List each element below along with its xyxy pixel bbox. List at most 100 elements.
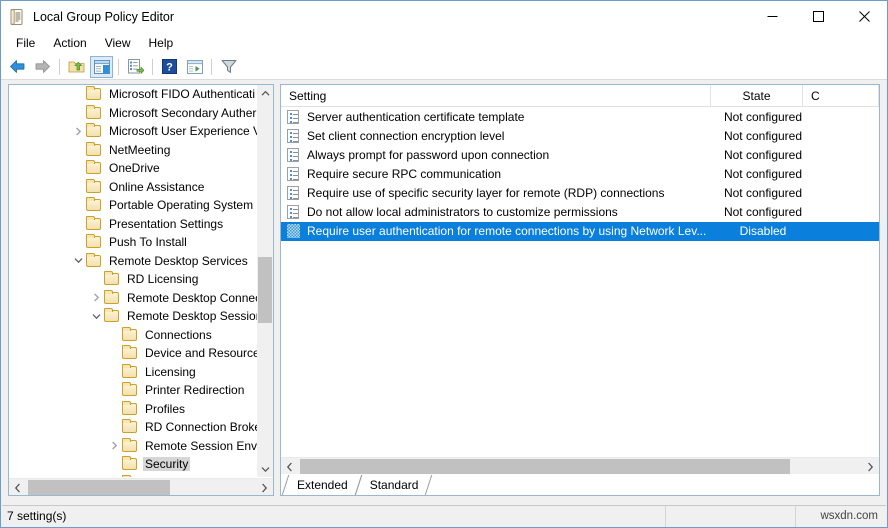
column-header-setting[interactable]: Setting bbox=[281, 85, 711, 107]
tab-extended[interactable]: Extended bbox=[285, 475, 358, 495]
tree-node[interactable]: Portable Operating System bbox=[9, 196, 258, 215]
tree-node[interactable]: Online Assistance bbox=[9, 178, 258, 197]
setting-state: Not configured bbox=[723, 166, 803, 181]
chevron-down-icon[interactable] bbox=[89, 307, 104, 325]
policy-setting-icon bbox=[287, 185, 301, 200]
tree-node-spacer bbox=[107, 400, 122, 418]
up-one-level-button[interactable] bbox=[65, 56, 88, 78]
list-scroll-left-button[interactable] bbox=[281, 458, 298, 475]
menu-file[interactable]: File bbox=[7, 34, 44, 52]
tree-node-spacer bbox=[71, 104, 86, 122]
maximize-button[interactable] bbox=[795, 1, 841, 32]
folder-icon bbox=[104, 271, 121, 286]
title-bar: Local Group Policy Editor bbox=[1, 1, 887, 32]
tree-node-label: RD Connection Broke bbox=[145, 420, 258, 435]
properties-button[interactable] bbox=[183, 56, 206, 78]
chevron-down-icon[interactable] bbox=[71, 252, 86, 270]
policy-document-icon bbox=[8, 8, 26, 26]
menu-view[interactable]: View bbox=[96, 34, 140, 52]
local-group-policy-editor-window: Local Group Policy Editor File Action Vi… bbox=[0, 0, 888, 528]
tree-node-label: Printer Redirection bbox=[145, 383, 245, 398]
menu-help[interactable]: Help bbox=[140, 34, 183, 52]
tree-node[interactable]: Remote Desktop Connec bbox=[9, 289, 258, 308]
chevron-right-icon[interactable] bbox=[71, 122, 86, 140]
toolbar-separator bbox=[152, 58, 153, 75]
menu-bar: File Action View Help bbox=[1, 32, 887, 54]
tree-node-spacer bbox=[107, 381, 122, 399]
tree-node-list: Microsoft FIDO Authenticati Microsoft Sec… bbox=[9, 85, 258, 477]
export-list-button[interactable] bbox=[124, 56, 147, 78]
tree-node[interactable]: Presentation Settings bbox=[9, 215, 258, 234]
chevron-right-icon[interactable] bbox=[89, 289, 104, 307]
table-row[interactable]: Set client connection encryption level No… bbox=[281, 126, 879, 145]
status-setting-count: 7 setting(s) bbox=[2, 505, 666, 527]
tree-node[interactable]: OneDrive bbox=[9, 159, 258, 178]
toolbar: ? bbox=[1, 54, 887, 80]
table-row[interactable]: Do not allow local administrators to cus… bbox=[281, 202, 879, 221]
tree-node[interactable]: Microsoft Secondary Auther bbox=[9, 104, 258, 123]
tree-scroll-up-button[interactable] bbox=[257, 85, 273, 101]
menu-action[interactable]: Action bbox=[44, 34, 95, 52]
tab-standard[interactable]: Standard bbox=[358, 475, 429, 495]
tree-node[interactable]: Licensing bbox=[9, 363, 258, 382]
tree-scroll-down-button[interactable] bbox=[257, 461, 273, 477]
tree-node[interactable]: NetMeeting bbox=[9, 141, 258, 160]
show-hide-tree-button[interactable] bbox=[90, 55, 113, 78]
folder-icon bbox=[122, 419, 139, 434]
tree-node[interactable]: Remote Desktop Services bbox=[9, 252, 258, 271]
tree-node[interactable]: Security bbox=[9, 455, 258, 474]
tree-node[interactable]: Remote Desktop Session bbox=[9, 307, 258, 326]
tree-node-spacer bbox=[89, 270, 104, 288]
table-row[interactable]: Require use of specific security layer f… bbox=[281, 183, 879, 202]
tree-horizontal-scrollbar[interactable] bbox=[9, 478, 273, 495]
table-row[interactable]: Require user authentication for remote c… bbox=[281, 221, 879, 241]
tree-node[interactable]: Remote Session Envir bbox=[9, 437, 258, 456]
folder-icon bbox=[86, 252, 103, 268]
tree-node[interactable]: Microsoft User Experience Vi bbox=[9, 122, 258, 141]
list-hscrollbar-thumb[interactable] bbox=[300, 459, 790, 474]
tree-node[interactable]: Microsoft FIDO Authenticati bbox=[9, 85, 258, 104]
setting-state: Not configured bbox=[723, 185, 803, 200]
content-area: Microsoft FIDO Authenticati Microsoft Sec… bbox=[2, 81, 886, 505]
tree-scroll-left-button[interactable] bbox=[9, 479, 26, 495]
tree-node-spacer bbox=[71, 233, 86, 251]
tree-scroll-right-button[interactable] bbox=[256, 479, 273, 495]
tree-hscrollbar-thumb[interactable] bbox=[28, 480, 170, 495]
tree-node[interactable]: RD Connection Broke bbox=[9, 418, 258, 437]
tree-scrollbar-thumb[interactable] bbox=[258, 257, 272, 323]
tree-node[interactable]: RD Licensing bbox=[9, 270, 258, 289]
tree-node[interactable]: Profiles bbox=[9, 400, 258, 419]
setting-state: Not configured bbox=[723, 109, 803, 124]
list-scroll-right-button[interactable] bbox=[862, 458, 879, 475]
list-horizontal-scrollbar[interactable] bbox=[281, 457, 879, 474]
filter-button[interactable] bbox=[217, 56, 240, 78]
tree-node[interactable]: Push To Install bbox=[9, 233, 258, 252]
view-tabs: Extended Standard bbox=[281, 474, 879, 495]
column-header-comment[interactable]: C bbox=[803, 85, 879, 107]
tree-node[interactable]: Device and Resource bbox=[9, 344, 258, 363]
table-row[interactable]: Server authentication certificate templa… bbox=[281, 107, 879, 126]
tree-node-label: NetMeeting bbox=[109, 142, 171, 157]
tree-node[interactable]: Session Time Limits bbox=[9, 474, 258, 477]
table-row[interactable]: Require secure RPC communication Not conf… bbox=[281, 164, 879, 183]
tree-node-label: RD Licensing bbox=[127, 272, 199, 287]
tree-node[interactable]: Printer Redirection bbox=[9, 381, 258, 400]
minimize-button[interactable] bbox=[749, 1, 795, 32]
setting-state: Not configured bbox=[723, 205, 803, 220]
table-row[interactable]: Always prompt for password upon connecti… bbox=[281, 145, 879, 164]
folder-icon bbox=[86, 178, 103, 194]
forward-button[interactable] bbox=[31, 56, 54, 78]
tree-node[interactable]: Connections bbox=[9, 326, 258, 345]
settings-list-pane: Setting State C Server authentication ce… bbox=[280, 84, 880, 496]
tree-node-label: Connections bbox=[145, 327, 212, 342]
back-button[interactable] bbox=[6, 56, 29, 78]
column-header-state[interactable]: State bbox=[711, 85, 803, 107]
folder-icon bbox=[122, 363, 139, 379]
close-button[interactable] bbox=[841, 1, 887, 32]
help-button[interactable]: ? bbox=[158, 56, 181, 78]
tree-node-spacer bbox=[107, 474, 122, 477]
tree-vertical-scrollbar[interactable] bbox=[257, 85, 273, 477]
tree-node-spacer bbox=[71, 215, 86, 233]
chevron-right-icon[interactable] bbox=[107, 437, 122, 455]
folder-icon bbox=[86, 197, 103, 212]
